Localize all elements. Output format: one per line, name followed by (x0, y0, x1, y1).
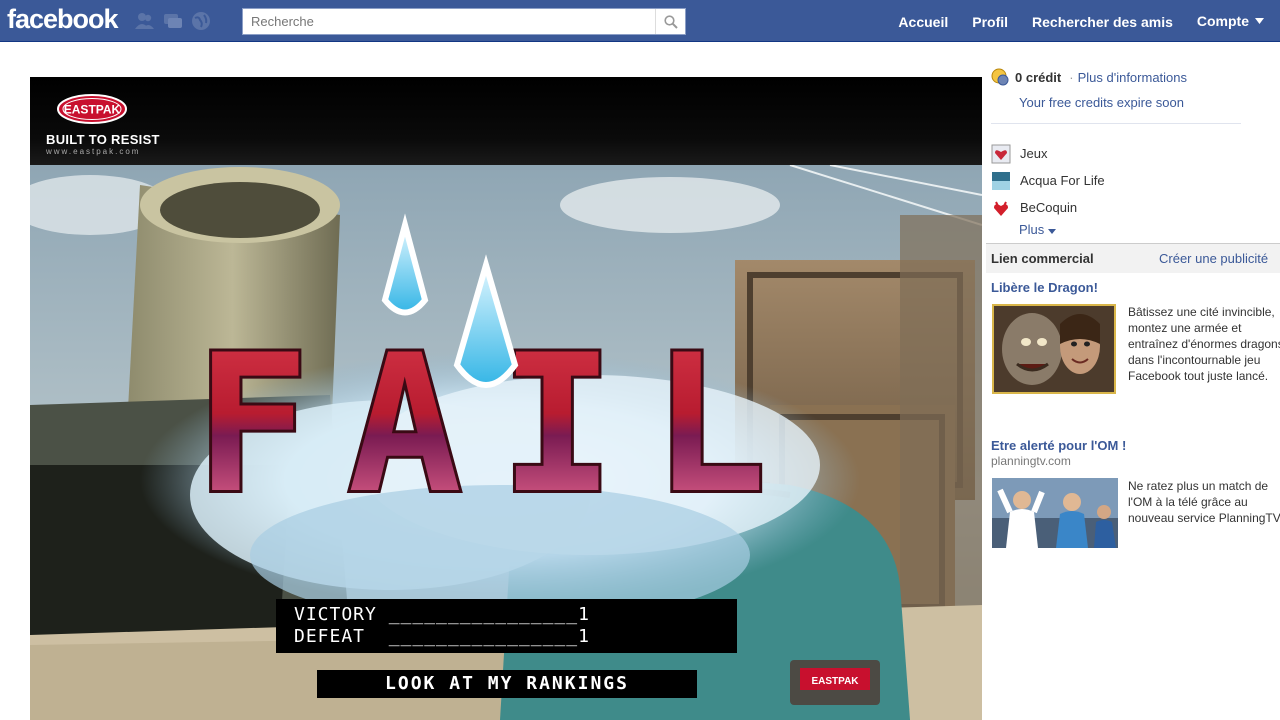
ad-body: Ne ratez plus un match de l'OM à la télé… (1128, 479, 1280, 525)
chevron-down-icon (1255, 18, 1264, 24)
credits-count: 0 crédit (1015, 69, 1062, 85)
games-heart-icon (991, 144, 1011, 163)
ad-title[interactable]: Libère le Dragon! (991, 280, 1280, 295)
facebook-logo[interactable]: facebook (7, 4, 119, 35)
sponsored-title: Lien commercial (991, 251, 1094, 266)
right-column: 0 crédit · Plus d'informations Your free… (986, 62, 1280, 720)
messages-icon[interactable] (162, 10, 184, 32)
coin-icon (991, 68, 1009, 86)
app-item-jeux[interactable]: Jeux (991, 140, 1105, 167)
nav-profile[interactable]: Profil (960, 0, 1020, 42)
app-item-acqua-for-life[interactable]: Acqua For Life (991, 167, 1105, 194)
ad-title[interactable]: Etre alerté pour l'OM ! (991, 438, 1280, 453)
victory-row: VICTORY ________________1 (294, 604, 590, 625)
top-nav: Accueil Profil Rechercher des amis Compt… (886, 0, 1280, 42)
sponsored-header: Lien commercial Créer une publicité (986, 243, 1280, 273)
game-canvas[interactable]: EASTPAK BUILT TO RESIST www.eastpak.com (30, 77, 982, 720)
eastpak-banner: EASTPAK BUILT TO RESIST www.eastpak.com (30, 77, 982, 165)
app-label: BeCoquin (1020, 200, 1078, 215)
look-at-rankings-button[interactable]: LOOK AT MY RANKINGS (317, 670, 697, 698)
brand-url[interactable]: www.eastpak.com (46, 147, 140, 156)
eastpak-logo[interactable]: EASTPAK (56, 93, 128, 125)
separator: · (1069, 69, 1074, 85)
credits-expire-link[interactable]: Your free credits expire soon (1019, 95, 1184, 110)
apps-list: Jeux Acqua For Life BeCoquin (991, 140, 1105, 221)
nav-home[interactable]: Accueil (886, 0, 960, 42)
ad-dragon-image[interactable] (992, 304, 1116, 394)
acqua-app-icon (992, 171, 1010, 190)
ad-planningtv-image[interactable] (992, 478, 1118, 548)
app-label: Acqua For Life (1020, 173, 1105, 188)
top-bar: facebook Accueil Profil Rechercher des a… (0, 0, 1280, 42)
search-box (242, 8, 686, 35)
ad-body: Bâtissez une cité invincible, montez une… (1128, 305, 1280, 383)
ad-domain: planningtv.com (991, 454, 1071, 468)
eastpak-logo-text: EASTPAK (64, 103, 121, 117)
search-input[interactable] (243, 9, 653, 34)
brand-tagline: BUILT TO RESIST (46, 132, 160, 147)
credits-row: 0 crédit · Plus d'informations (991, 68, 1187, 86)
match-stats: VICTORY ________________1 DEFEAT _______… (276, 599, 737, 653)
nav-find-friends[interactable]: Rechercher des amis (1020, 0, 1185, 42)
nav-account-label: Compte (1196, 13, 1249, 29)
notification-jewels (134, 10, 212, 32)
notifications-globe-icon[interactable] (190, 10, 212, 32)
ad-planningtv[interactable]: Etre alerté pour l'OM ! planningtv.com N… (991, 438, 1280, 568)
friend-requests-icon[interactable] (134, 10, 156, 32)
chevron-down-icon (1047, 229, 1056, 234)
search-icon (663, 14, 678, 29)
app-label: Jeux (1020, 146, 1048, 161)
app-item-becoquin[interactable]: BeCoquin (991, 194, 1105, 221)
divider (991, 123, 1241, 124)
more-apps-link[interactable]: Plus (1019, 222, 1056, 237)
nav-account[interactable]: Compte (1185, 0, 1280, 42)
becoquin-devil-icon (994, 201, 1008, 216)
backpack-label: EASTPAK (811, 676, 859, 687)
ad-dragon[interactable]: Libère le Dragon! Bâtissez une cité invi… (991, 280, 1280, 430)
credits-info-link[interactable]: Plus d'informations (1078, 70, 1187, 85)
more-label: Plus (1019, 222, 1045, 237)
search-button[interactable] (655, 9, 685, 34)
create-ad-link[interactable]: Créer une publicité (1159, 251, 1268, 266)
defeat-row: DEFEAT ________________1 (294, 626, 590, 647)
